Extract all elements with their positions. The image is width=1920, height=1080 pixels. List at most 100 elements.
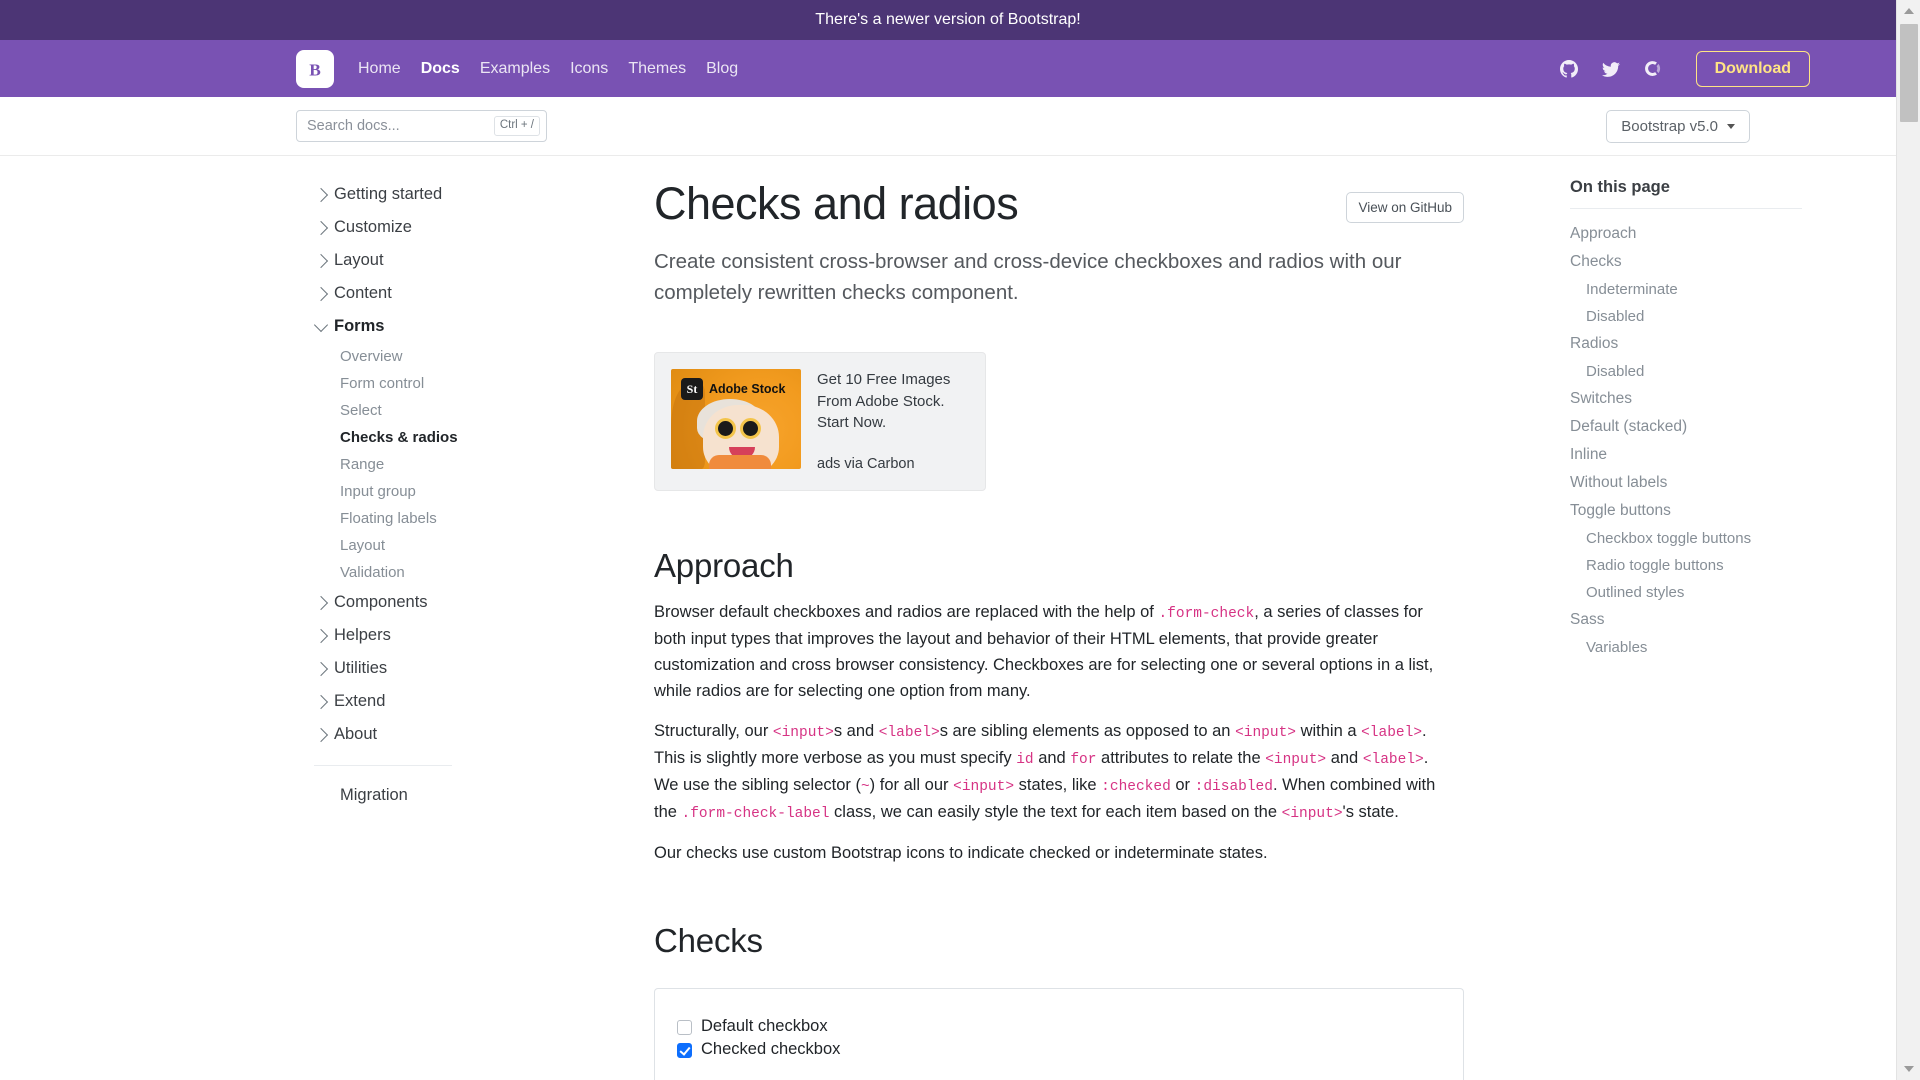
toc-link-switches[interactable]: Switches	[1570, 385, 1802, 413]
toc-link-inline[interactable]: Inline	[1570, 441, 1802, 469]
approach-paragraph-2: Structurally, our <input>s and <label>s …	[654, 718, 1454, 826]
carbon-ad-image[interactable]: St Adobe Stock	[671, 369, 801, 470]
toc-link-radios[interactable]: Radios	[1570, 330, 1802, 358]
sidebar-group-customize[interactable]: Customize	[313, 211, 484, 244]
sidebar-item-select[interactable]: Select	[314, 397, 484, 424]
section-heading-approach: Approach	[654, 547, 794, 585]
search-shortcut-hint: Ctrl + /	[493, 116, 540, 136]
code-input: <input>	[1235, 725, 1296, 742]
sidebar-item-floating-labels[interactable]: Floating labels	[314, 505, 484, 532]
sidebar-group-layout[interactable]: Layout	[313, 244, 484, 277]
sidebar-group-content[interactable]: Content	[313, 277, 484, 310]
chevron-right-icon	[313, 253, 329, 268]
scrollbar-thumb[interactable]	[1900, 24, 1918, 122]
carbon-ad[interactable]: St Adobe Stock Get 10 Free Images From A…	[654, 352, 986, 492]
github-icon[interactable]	[1552, 52, 1586, 86]
text-run: s are sibling elements as opposed to an	[939, 722, 1236, 741]
approach-paragraph-3: Our checks use custom Bootstrap icons to…	[654, 844, 1268, 863]
toc-link-checkbox-toggle-buttons[interactable]: Checkbox toggle buttons	[1570, 525, 1802, 552]
checkbox-checked-label[interactable]: Checked checkbox	[701, 1040, 840, 1059]
navbar-links: Home Docs Examples Icons Themes Blog	[348, 54, 748, 84]
code-tilde: ~	[860, 779, 870, 796]
code-label: <label>	[878, 725, 940, 742]
scroll-down-arrow-icon[interactable]	[1897, 1058, 1920, 1080]
chevron-right-icon	[313, 661, 329, 676]
sidebar-group-extend[interactable]: Extend	[313, 685, 484, 718]
sidebar-group-label: Forms	[334, 317, 385, 335]
checkbox-default[interactable]	[677, 1020, 692, 1036]
nav-link-icons[interactable]: Icons	[560, 54, 618, 84]
checks-example-box: Default checkbox Checked checkbox	[654, 988, 1464, 1080]
toc-link-approach[interactable]: Approach	[1570, 220, 1802, 248]
sidebar-divider	[314, 765, 452, 766]
sidebar-item-overview[interactable]: Overview	[314, 343, 484, 370]
navbar-right-group: Download	[1548, 50, 1896, 87]
nav-link-blog[interactable]: Blog	[696, 54, 748, 84]
toc-link-default-stacked[interactable]: Default (stacked)	[1570, 413, 1802, 441]
text-run: and	[1033, 749, 1071, 768]
text-run: Structurally, our	[654, 722, 773, 741]
toc-link-variables[interactable]: Variables	[1570, 634, 1802, 661]
code-form-check-label: .form-check-label	[681, 806, 830, 823]
vertical-scrollbar[interactable]	[1896, 0, 1920, 1080]
version-dropdown[interactable]: Bootstrap v5.0	[1606, 109, 1750, 143]
sidebar-group-about[interactable]: About	[313, 718, 484, 751]
announcement-link[interactable]: There's a newer version of Bootstrap!	[815, 11, 1080, 29]
code-label: <label>	[1361, 725, 1423, 742]
sidebar-group-getting-started[interactable]: Getting started	[313, 178, 484, 211]
checkbox-default-label[interactable]: Default checkbox	[701, 1017, 828, 1036]
code-input: <input>	[1265, 752, 1327, 769]
nav-link-themes[interactable]: Themes	[618, 54, 696, 84]
sidebar-item-range[interactable]: Range	[314, 451, 484, 478]
form-check-default[interactable]: Default checkbox	[677, 1015, 1441, 1038]
toc-link-indeterminate[interactable]: Indeterminate	[1570, 276, 1802, 303]
carbon-ad-headline[interactable]: Get 10 Free Images From Adobe Stock. Sta…	[817, 369, 969, 433]
sidebar-group-forms[interactable]: Forms	[313, 310, 484, 343]
version-label: Bootstrap v5.0	[1621, 117, 1718, 135]
checkbox-checked[interactable]	[677, 1043, 692, 1059]
view-on-github-button[interactable]: View on GitHub	[1346, 192, 1464, 223]
toc-link-outlined-styles[interactable]: Outlined styles	[1570, 579, 1802, 606]
chevron-right-icon	[313, 220, 329, 235]
sidebar-item-migration[interactable]: Migration	[314, 780, 484, 811]
toc-link-without-labels[interactable]: Without labels	[1570, 469, 1802, 497]
code-checked: :checked	[1101, 779, 1171, 796]
download-button[interactable]: Download	[1695, 50, 1810, 87]
adobe-stock-wordmark: Adobe Stock	[709, 382, 786, 397]
page-body: Getting started Customize Layout Content…	[0, 156, 1896, 1080]
toc-link-radio-toggle-buttons[interactable]: Radio toggle buttons	[1570, 552, 1802, 579]
nav-link-docs[interactable]: Docs	[411, 54, 470, 84]
sidebar-item-checks-radios[interactable]: Checks & radios	[314, 424, 484, 451]
sidebar-group-utilities[interactable]: Utilities	[313, 652, 484, 685]
chevron-down-icon	[313, 317, 329, 333]
sidebar-item-layout[interactable]: Layout	[314, 532, 484, 559]
sidebar-item-validation[interactable]: Validation	[314, 559, 484, 586]
docs-sidebar: Getting started Customize Layout Content…	[0, 156, 610, 1080]
toc-link-checks[interactable]: Checks	[1570, 248, 1802, 276]
form-check-checked[interactable]: Checked checkbox	[677, 1038, 1441, 1061]
twitter-icon[interactable]	[1594, 52, 1628, 86]
sidebar-group-label: Layout	[334, 251, 384, 269]
sidebar-item-input-group[interactable]: Input group	[314, 478, 484, 505]
bootstrap-logo-icon[interactable]: B	[296, 49, 334, 88]
sidebar-group-components[interactable]: Components	[313, 586, 484, 619]
approach-paragraph-1: Browser default checkboxes and radios ar…	[654, 599, 1454, 704]
code-id: id	[1016, 752, 1034, 769]
sidebar-group-helpers[interactable]: Helpers	[313, 619, 484, 652]
scroll-up-arrow-icon[interactable]	[1897, 0, 1920, 22]
nav-link-examples[interactable]: Examples	[470, 54, 560, 84]
open-collective-icon[interactable]	[1636, 52, 1670, 86]
toc-link-checks-disabled[interactable]: Disabled	[1570, 303, 1802, 330]
code-form-check: .form-check	[1158, 606, 1255, 623]
carbon-ad-poweredby[interactable]: ads via Carbon	[817, 454, 969, 475]
toc-link-radios-disabled[interactable]: Disabled	[1570, 358, 1802, 385]
chevron-right-icon	[313, 727, 329, 742]
announcement-bar: There's a newer version of Bootstrap!	[0, 0, 1896, 40]
text-run: s and	[833, 722, 879, 741]
chevron-right-icon	[313, 187, 329, 202]
toc-link-toggle-buttons[interactable]: Toggle buttons	[1570, 497, 1802, 525]
toc-link-sass[interactable]: Sass	[1570, 606, 1802, 634]
text-run: attributes to relate the	[1096, 749, 1266, 768]
sidebar-item-form-control[interactable]: Form control	[314, 370, 484, 397]
nav-link-home[interactable]: Home	[348, 54, 411, 84]
